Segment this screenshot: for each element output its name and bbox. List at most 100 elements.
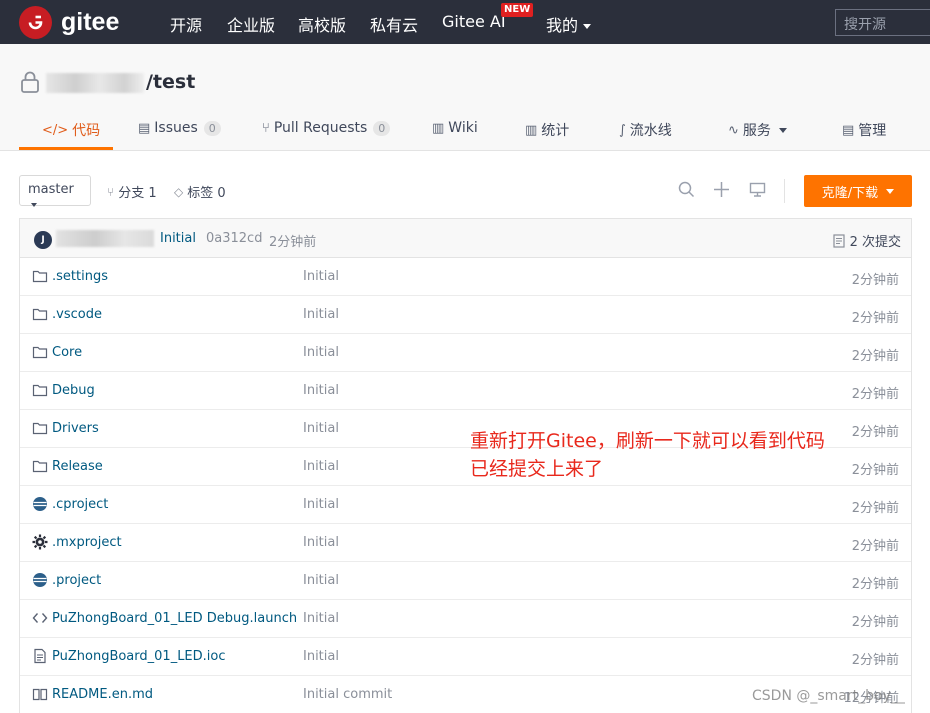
file-name-link[interactable]: README.en.md <box>52 687 153 702</box>
clone-download-label: 克隆/下载 <box>821 185 879 201</box>
tab-service-label: 服务 <box>742 123 771 139</box>
pipeline-icon: ∫ <box>619 122 626 138</box>
file-commit-message[interactable]: Initial <box>303 307 339 322</box>
search-icon[interactable] <box>678 181 695 198</box>
tab-issues[interactable]: ▤ Issues 0 <box>138 120 221 136</box>
tab-pull-requests-label: Pull Requests <box>273 120 368 136</box>
tags-link[interactable]: ◇ 标签 0 <box>174 182 226 202</box>
file-name-link[interactable]: .mxproject <box>52 535 122 550</box>
file-name-link[interactable]: Drivers <box>52 421 99 436</box>
branches-link[interactable]: ⑂ 分支 1 <box>107 182 157 202</box>
gitee-logo-icon <box>19 6 52 39</box>
branch-icon: ⑂ <box>107 184 115 199</box>
gitee-logo[interactable]: gitee <box>19 6 119 39</box>
commit-sha[interactable]: 0a312cd <box>206 231 262 246</box>
file-name-link[interactable]: .cproject <box>52 497 108 512</box>
file-row[interactable]: .cproject Initial 2分钟前 <box>20 486 911 524</box>
folder-icon <box>32 268 48 284</box>
chevron-down-icon <box>583 24 592 29</box>
file-commit-time: 2分钟前 <box>851 387 899 402</box>
avatar[interactable]: J <box>34 231 52 249</box>
nav-open-source[interactable]: 开源 <box>170 12 202 36</box>
file-row[interactable]: PuZhongBoard_01_LED Debug.launch Initial 2… <box>20 600 911 638</box>
nav-mine[interactable]: 我的 <box>546 12 592 36</box>
file-commit-time: 2分钟前 <box>851 577 899 592</box>
monitor-icon[interactable] <box>749 181 766 198</box>
folder-icon <box>32 382 48 398</box>
issues-icon: ▤ <box>138 120 151 136</box>
file-row[interactable]: Core Initial 2分钟前 <box>20 334 911 372</box>
tab-code[interactable]: </> 代码 <box>42 120 100 140</box>
file-commit-message[interactable]: Initial <box>303 535 339 550</box>
file-commit-message[interactable]: Initial <box>303 345 339 360</box>
file-row[interactable]: Debug Initial 2分钟前 <box>20 372 911 410</box>
nav-gitee-ai[interactable]: Gitee AI <box>442 12 506 31</box>
wiki-icon: ▥ <box>432 120 445 136</box>
pull-request-icon: ⑂ <box>262 120 270 136</box>
clone-download-button[interactable]: 克隆/下载 <box>804 175 912 207</box>
repo-path[interactable]: /test <box>146 71 195 93</box>
file-commit-message[interactable]: Initial <box>303 459 339 474</box>
service-icon: ∿ <box>728 122 739 138</box>
file-row[interactable]: .settings Initial 2分钟前 <box>20 258 911 296</box>
file-row[interactable]: PuZhongBoard_01_LED.ioc Initial 2分钟前 <box>20 638 911 676</box>
file-name-link[interactable]: PuZhongBoard_01_LED Debug.launch <box>52 611 297 626</box>
tab-manage[interactable]: ▤ 管理 <box>842 120 886 140</box>
branch-select-value: master <box>28 182 74 197</box>
tab-service[interactable]: ∿ 服务 <box>728 120 787 140</box>
file-commit-time: 2分钟前 <box>851 425 899 440</box>
file-row[interactable]: .vscode Initial 2分钟前 <box>20 296 911 334</box>
divider <box>784 179 785 203</box>
manage-icon: ▤ <box>842 122 855 138</box>
file-commit-time: 2分钟前 <box>851 653 899 668</box>
eclipse-icon <box>32 572 48 588</box>
annotation-text: 重新打开Gitee，刷新一下就可以看到代码 已经提交上来了 <box>470 427 825 483</box>
folder-icon <box>32 306 48 322</box>
file-commit-message[interactable]: Initial <box>303 269 339 284</box>
tab-manage-label: 管理 <box>858 123 887 139</box>
file-row[interactable]: .project Initial 2分钟前 <box>20 562 911 600</box>
chevron-down-icon <box>778 127 787 133</box>
file-commit-message[interactable]: Initial <box>303 611 339 626</box>
file-commit-message[interactable]: Initial <box>303 649 339 664</box>
file-commit-message[interactable]: Initial <box>303 497 339 512</box>
search-input[interactable]: 搜开源 <box>835 9 930 36</box>
file-commit-message[interactable]: Initial <box>303 573 339 588</box>
tab-pipeline-label: 流水线 <box>629 123 672 139</box>
commits-count-link[interactable]: 2 次提交 <box>832 231 901 250</box>
plus-icon[interactable] <box>713 181 730 198</box>
file-name-link[interactable]: .vscode <box>52 307 102 322</box>
annotation-line-2: 已经提交上来了 <box>470 458 604 480</box>
nav-education[interactable]: 高校版 <box>298 12 346 36</box>
file-name-link[interactable]: .project <box>52 573 101 588</box>
issues-count: 0 <box>203 120 221 136</box>
tab-pull-requests[interactable]: ⑂ Pull Requests 0 <box>262 120 391 136</box>
file-name-link[interactable]: Core <box>52 345 82 360</box>
file-commit-message[interactable]: Initial <box>303 421 339 436</box>
file-commit-message[interactable]: Initial <box>303 383 339 398</box>
code-file-icon <box>32 610 48 626</box>
author-name-redacted <box>56 230 154 247</box>
commit-message[interactable]: Initial <box>160 231 196 246</box>
owner-name-redacted <box>46 73 144 93</box>
nav-private-cloud[interactable]: 私有云 <box>370 12 418 36</box>
tab-pipeline[interactable]: ∫ 流水线 <box>619 120 672 140</box>
tab-stats-label: 统计 <box>541 123 570 139</box>
nav-enterprise[interactable]: 企业版 <box>227 12 275 36</box>
annotation-line-1: 重新打开Gitee，刷新一下就可以看到代码 <box>470 430 825 452</box>
tab-stats[interactable]: ▥ 统计 <box>525 120 569 140</box>
repo-header: /test </> 代码 ▤ Issues 0 ⑂ Pull Requests … <box>0 44 930 151</box>
tab-wiki-label: Wiki <box>448 120 478 136</box>
file-row[interactable]: .mxproject Initial 2分钟前 <box>20 524 911 562</box>
file-name-link[interactable]: Debug <box>52 383 95 398</box>
file-name-link[interactable]: PuZhongBoard_01_LED.ioc <box>52 649 226 664</box>
file-name-link[interactable]: Release <box>52 459 103 474</box>
file-commit-message[interactable]: Initial commit <box>303 687 392 702</box>
tab-wiki[interactable]: ▥ Wiki <box>432 120 478 136</box>
file-commit-time: 2分钟前 <box>851 615 899 630</box>
branch-select[interactable]: master <box>19 175 91 207</box>
commit-time: 2分钟前 <box>269 235 317 250</box>
watermark: CSDN @_smart_boy__ <box>752 688 905 704</box>
stats-icon: ▥ <box>525 122 538 138</box>
file-name-link[interactable]: .settings <box>52 269 108 284</box>
